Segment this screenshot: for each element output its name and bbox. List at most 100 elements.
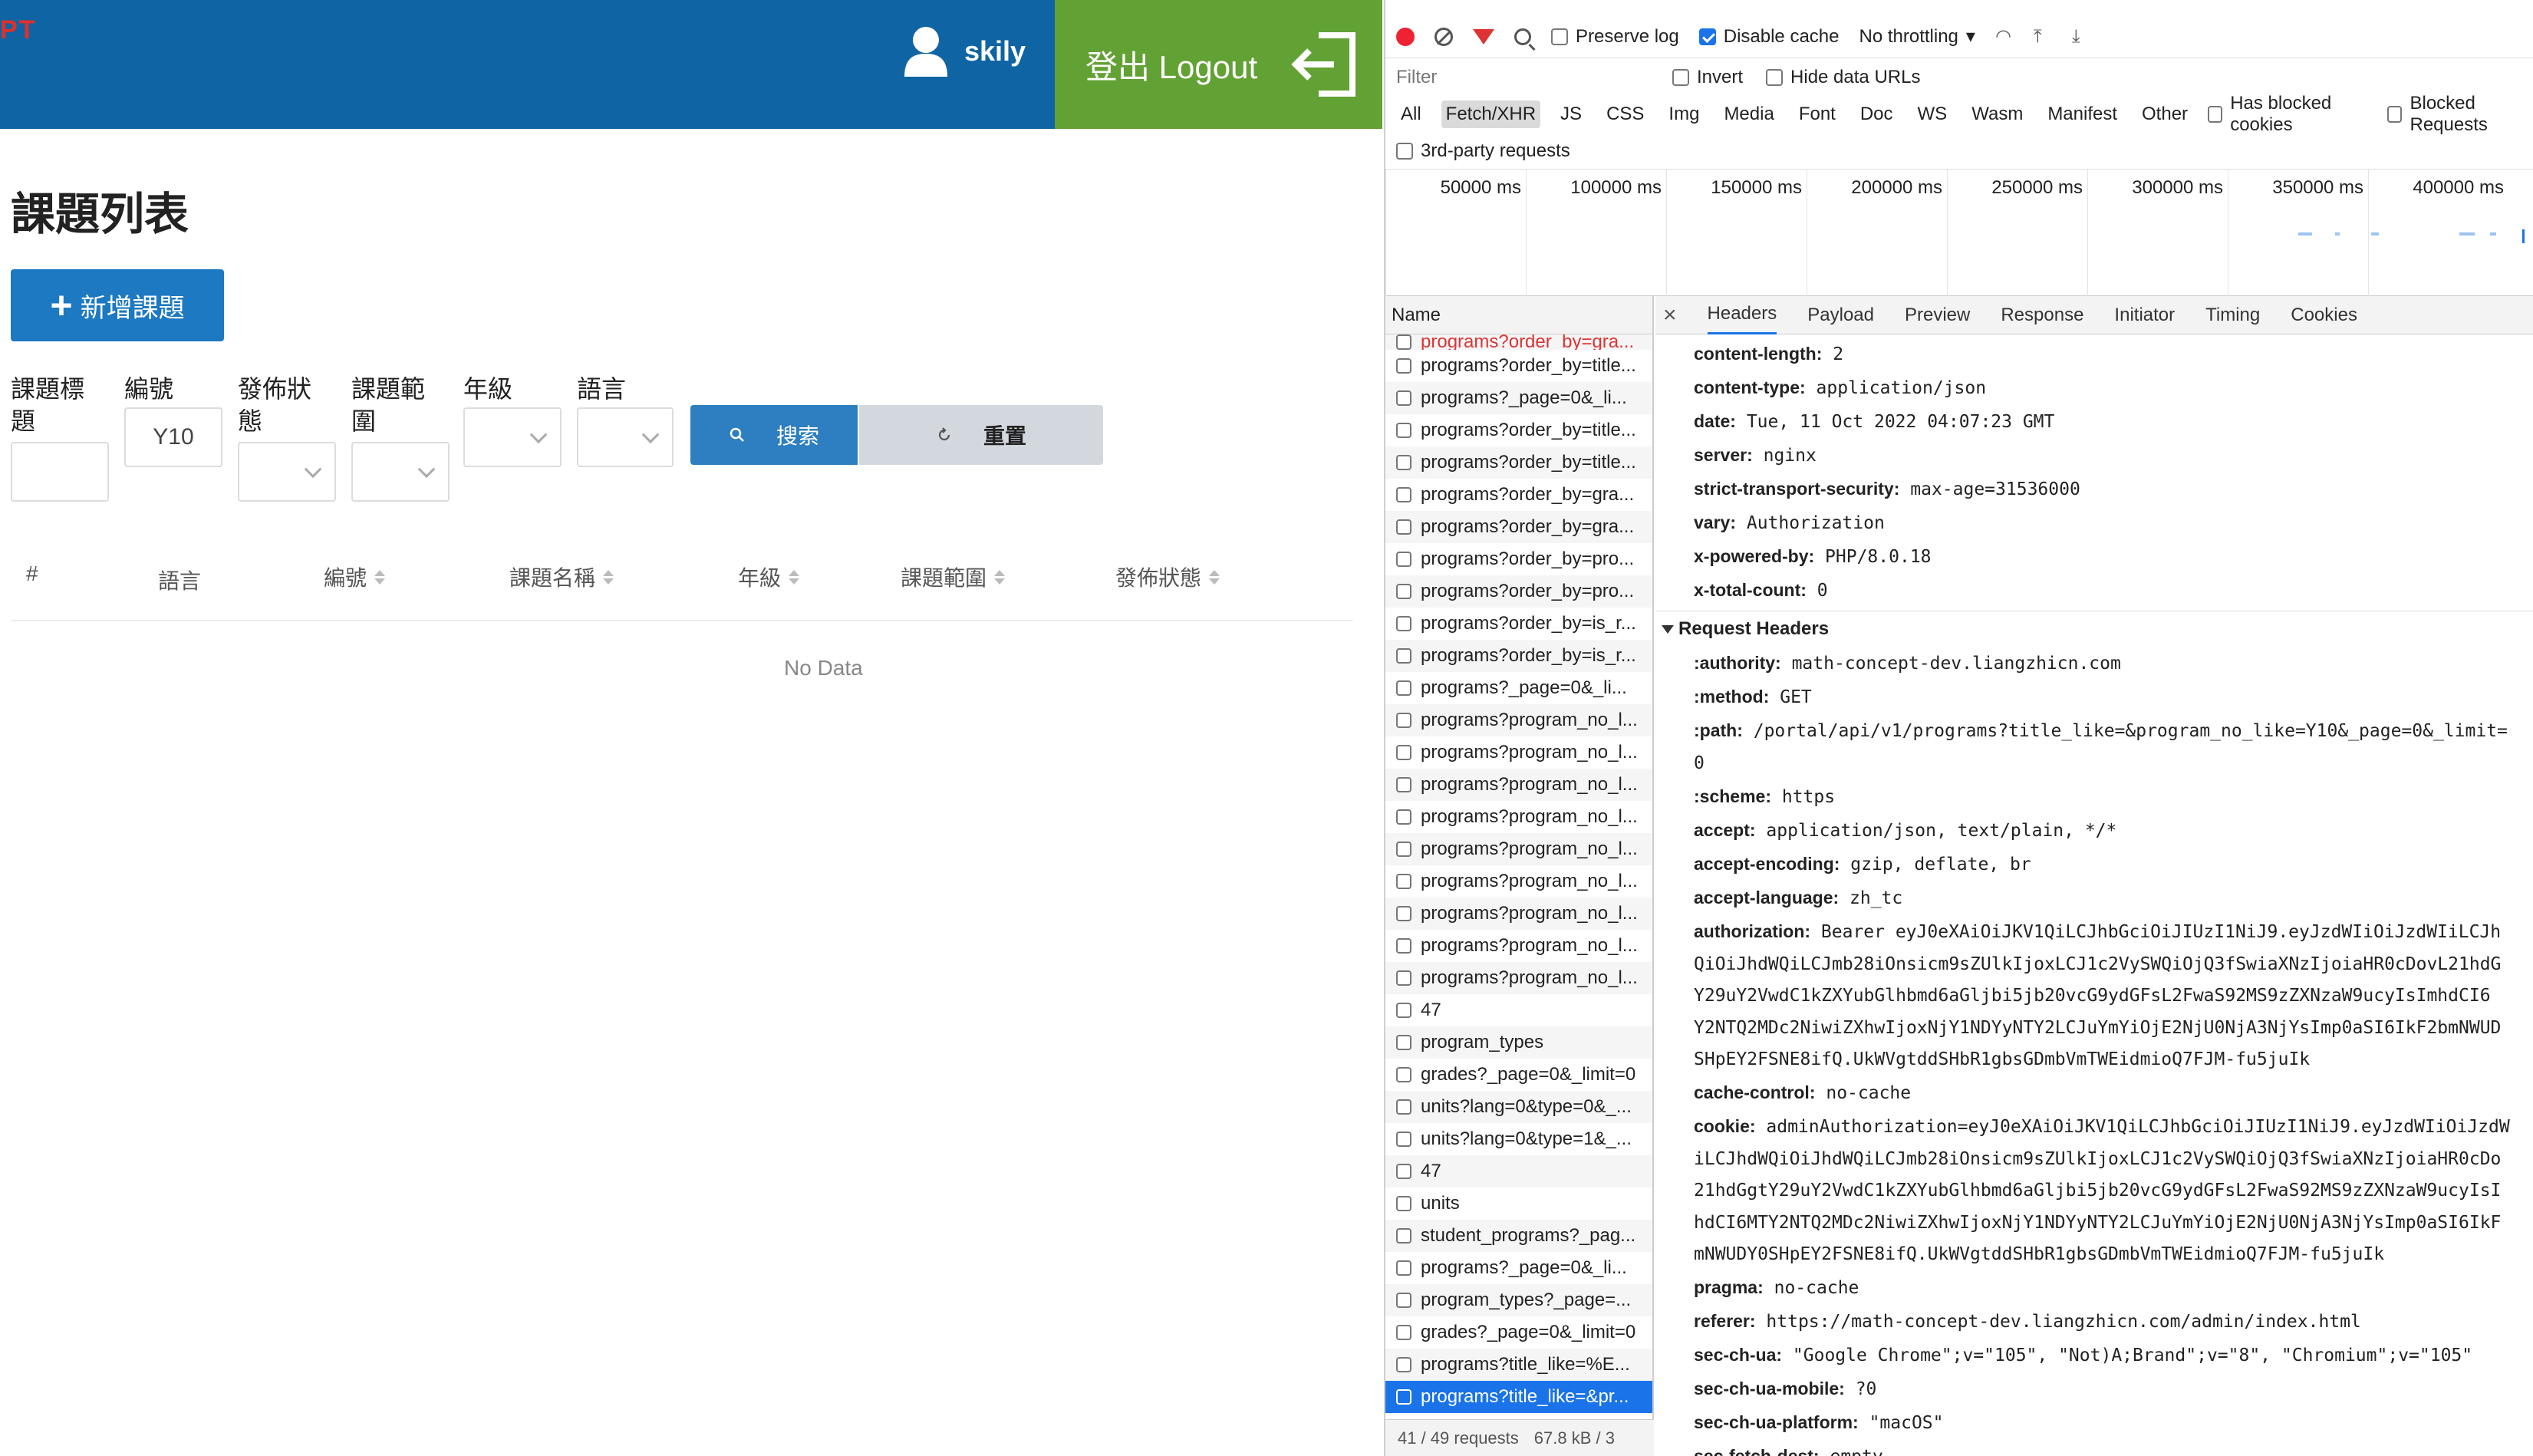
- tab-preview[interactable]: Preview: [1905, 297, 1970, 334]
- sort-icon: [603, 569, 614, 585]
- name-column-header[interactable]: Name: [1385, 296, 1652, 334]
- transfer-size: 67.8 kB / 3: [1533, 1428, 1615, 1448]
- record-icon[interactable]: [1396, 27, 1415, 46]
- network-timeline[interactable]: 50000 ms 100000 ms 150000 ms 200000 ms 25000…: [1385, 169, 2533, 297]
- tab-timing[interactable]: Timing: [2205, 297, 2260, 334]
- request-row[interactable]: programs?order_by=gra...: [1385, 479, 1652, 511]
- type-filter-2[interactable]: JS: [1556, 100, 1586, 128]
- request-row[interactable]: programs?order_by=is_r...: [1385, 608, 1652, 640]
- column-number[interactable]: 編號: [324, 562, 386, 592]
- number-filter-input[interactable]: Y10: [124, 407, 222, 467]
- request-row[interactable]: programs?program_no_l...: [1385, 704, 1652, 736]
- request-row[interactable]: programs?program_no_l...: [1385, 833, 1652, 865]
- type-filter-1[interactable]: Fetch/XHR: [1441, 100, 1541, 128]
- type-filter-5[interactable]: Media: [1719, 100, 1778, 128]
- request-row[interactable]: programs?order_by=title...: [1385, 350, 1652, 382]
- type-filter-11[interactable]: Other: [2137, 100, 2192, 128]
- request-row[interactable]: grades?_page=0&_limit=0: [1385, 1059, 1652, 1091]
- type-filter-10[interactable]: Manifest: [2043, 100, 2122, 128]
- column-status[interactable]: 發佈狀態: [1115, 562, 1220, 592]
- grade-filter-select[interactable]: [463, 407, 562, 467]
- request-row[interactable]: programs?program_no_l...: [1385, 930, 1652, 962]
- request-row[interactable]: program_types?_page=...: [1385, 1284, 1652, 1316]
- title-filter-input[interactable]: [11, 442, 109, 502]
- logout-button[interactable]: 登出 Logout: [1055, 0, 1382, 129]
- column-program-name[interactable]: 課題名稱: [509, 562, 614, 592]
- request-row[interactable]: programs?_page=0&_li...: [1385, 672, 1652, 704]
- status-filter-select[interactable]: [238, 442, 336, 502]
- request-row[interactable]: programs?order_by=is_r...: [1385, 640, 1652, 672]
- request-row[interactable]: programs?program_no_l...: [1385, 769, 1652, 801]
- user-menu[interactable]: skily: [901, 25, 1026, 78]
- request-row[interactable]: programs?order_by=pro...: [1385, 575, 1652, 608]
- invert-checkbox[interactable]: Invert: [1672, 67, 1743, 88]
- request-row[interactable]: grades?_page=0&_limit=0: [1385, 1316, 1652, 1349]
- filter-icon[interactable]: [1473, 28, 1494, 44]
- timeline-tick: 250000 ms: [1947, 170, 2087, 297]
- scope-filter-select[interactable]: [351, 442, 450, 502]
- preserve-log-checkbox[interactable]: Preserve log: [1551, 26, 1679, 48]
- tab-initiator[interactable]: Initiator: [2114, 297, 2175, 334]
- header-value: mNWUDY0SHpEY2FSNE8ifQ.UkWVgtddSHbR1gbsGD…: [1694, 1244, 2385, 1264]
- timeline-tick-label: 250000 ms: [1991, 177, 2083, 198]
- header-line: pragma: no-cache: [1694, 1271, 2533, 1305]
- import-har-icon[interactable]: ⤒: [2034, 27, 2052, 46]
- tab-response[interactable]: Response: [2001, 297, 2083, 334]
- type-filter-8[interactable]: WS: [1913, 100, 1952, 128]
- header-value: application/json, text/plain, */*: [1766, 820, 2117, 841]
- request-headers-section[interactable]: Request Headers: [1662, 611, 2533, 647]
- request-row[interactable]: programs?title_like=%E...: [1385, 1349, 1652, 1381]
- request-row[interactable]: programs?title_like=&pr...: [1385, 1381, 1652, 1413]
- type-filter-7[interactable]: Doc: [1856, 100, 1898, 128]
- request-row[interactable]: programs?order_by=gra...: [1385, 334, 1652, 350]
- filter-input[interactable]: Filter: [1396, 64, 1649, 91]
- request-row[interactable]: units?lang=0&type=1&_...: [1385, 1123, 1652, 1155]
- column-scope[interactable]: 課題範圍: [901, 562, 1006, 592]
- request-row[interactable]: student_programs?_pag...: [1385, 1220, 1652, 1252]
- request-row[interactable]: 47: [1385, 1155, 1652, 1188]
- column-grade[interactable]: 年級: [738, 562, 800, 592]
- type-filter-4[interactable]: Img: [1664, 100, 1704, 128]
- blocked-requests-checkbox[interactable]: Blocked Requests: [2387, 93, 2533, 136]
- hide-data-urls-checkbox[interactable]: Hide data URLs: [1766, 67, 1920, 88]
- disable-cache-checkbox[interactable]: Disable cache: [1698, 26, 1839, 48]
- request-row[interactable]: programs?program_no_l...: [1385, 962, 1652, 994]
- tab-headers[interactable]: Headers: [1707, 296, 1777, 334]
- tab-payload[interactable]: Payload: [1807, 297, 1874, 334]
- language-filter-select[interactable]: [577, 407, 674, 467]
- request-row[interactable]: programs?order_by=title...: [1385, 446, 1652, 479]
- request-row[interactable]: programs?order_by=title...: [1385, 414, 1652, 446]
- wifi-settings-icon[interactable]: ◠: [1995, 27, 2014, 46]
- request-row[interactable]: programs?order_by=gra...: [1385, 511, 1652, 543]
- add-program-button[interactable]: + 新增課題: [11, 269, 224, 341]
- third-party-checkbox[interactable]: 3rd-party requests: [1396, 140, 1570, 162]
- request-row[interactable]: programs?program_no_l...: [1385, 801, 1652, 833]
- request-row[interactable]: programs?order_by=pro...: [1385, 543, 1652, 575]
- request-row[interactable]: units?lang=0&type=0&_...: [1385, 1091, 1652, 1123]
- request-row[interactable]: programs?program_no_l...: [1385, 898, 1652, 930]
- reset-button[interactable]: 重置: [859, 405, 1103, 465]
- export-har-icon[interactable]: ⤓: [2072, 27, 2090, 46]
- search-icon[interactable]: [1514, 28, 1531, 45]
- tab-cookies[interactable]: Cookies: [2291, 297, 2357, 334]
- header-value: empty: [1830, 1447, 1882, 1456]
- search-button[interactable]: 搜索: [690, 405, 858, 465]
- request-row[interactable]: programs?_page=0&_li...: [1385, 1252, 1652, 1284]
- request-row[interactable]: programs?program_no_l...: [1385, 865, 1652, 898]
- clear-icon[interactable]: [1434, 27, 1453, 46]
- request-row[interactable]: 47: [1385, 994, 1652, 1026]
- throttling-select[interactable]: No throttling ▾: [1859, 25, 1975, 48]
- request-name: programs?program_no_l...: [1421, 967, 1638, 988]
- type-filter-6[interactable]: Font: [1794, 100, 1840, 128]
- has-blocked-cookies-checkbox[interactable]: Has blocked cookies: [2208, 93, 2372, 136]
- request-row[interactable]: programs?_page=0&_li...: [1385, 382, 1652, 414]
- type-filter-3[interactable]: CSS: [1602, 100, 1649, 128]
- type-filter-0[interactable]: All: [1396, 100, 1426, 128]
- request-row[interactable]: programs?program_no_l...: [1385, 736, 1652, 769]
- type-filter-9[interactable]: Wasm: [1967, 100, 2027, 128]
- close-icon[interactable]: ×: [1663, 302, 1677, 328]
- request-row[interactable]: units: [1385, 1188, 1652, 1220]
- header-line: authorization: Bearer eyJ0eXAiOiJKV1QiLC…: [1694, 915, 2533, 949]
- request-row[interactable]: program_types: [1385, 1026, 1652, 1059]
- checkbox-icon: [1396, 680, 1411, 696]
